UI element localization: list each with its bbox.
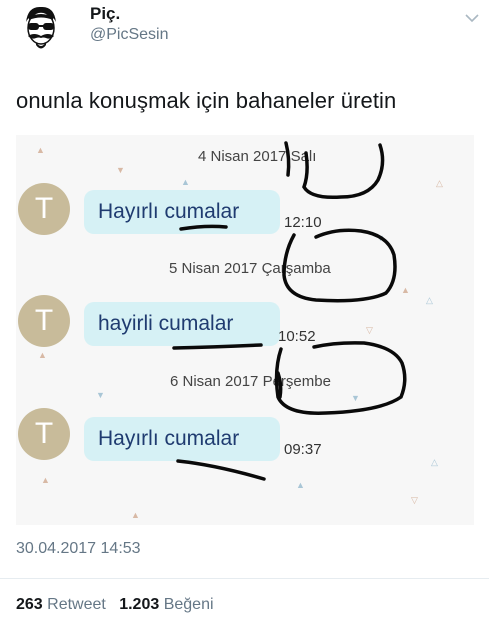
annotation-underline	[172, 343, 263, 350]
tweet-timestamp[interactable]: 30.04.2017 14:53	[16, 540, 141, 558]
annotation-underline	[179, 224, 228, 231]
annotation-circle	[274, 341, 407, 415]
chevron-down-icon[interactable]	[465, 10, 479, 23]
divider	[0, 578, 489, 579]
annotation-underline	[176, 459, 266, 481]
retweet-label[interactable]: Retweet	[47, 596, 106, 613]
user-handle[interactable]: @PicSesin	[90, 26, 169, 44]
handdrawn-annotations	[172, 141, 407, 481]
like-label[interactable]: Beğeni	[164, 596, 214, 613]
tweet-text: onunla konuşmak için bahaneler üretin	[16, 88, 397, 113]
annotation-stroke	[284, 141, 291, 177]
retweet-count[interactable]: 263	[16, 596, 43, 613]
annotation-circle	[282, 228, 397, 303]
mustache-sunglasses-avatar-icon	[16, 2, 66, 52]
display-name[interactable]: Piç.	[90, 4, 120, 24]
tweet-photo[interactable]: ▲ ▲ △ ▼ ▼ ▲ △ ▲ ▼ ▽ ▼ ▲ △ ▲ ▲ ▲ ▽ 4 Nisa…	[16, 135, 474, 525]
annotation-circle	[302, 143, 385, 200]
like-count[interactable]: 1.203	[119, 596, 159, 613]
tweet-stats: 263 Retweet 1.203 Beğeni	[16, 596, 214, 614]
avatar[interactable]	[16, 2, 66, 52]
